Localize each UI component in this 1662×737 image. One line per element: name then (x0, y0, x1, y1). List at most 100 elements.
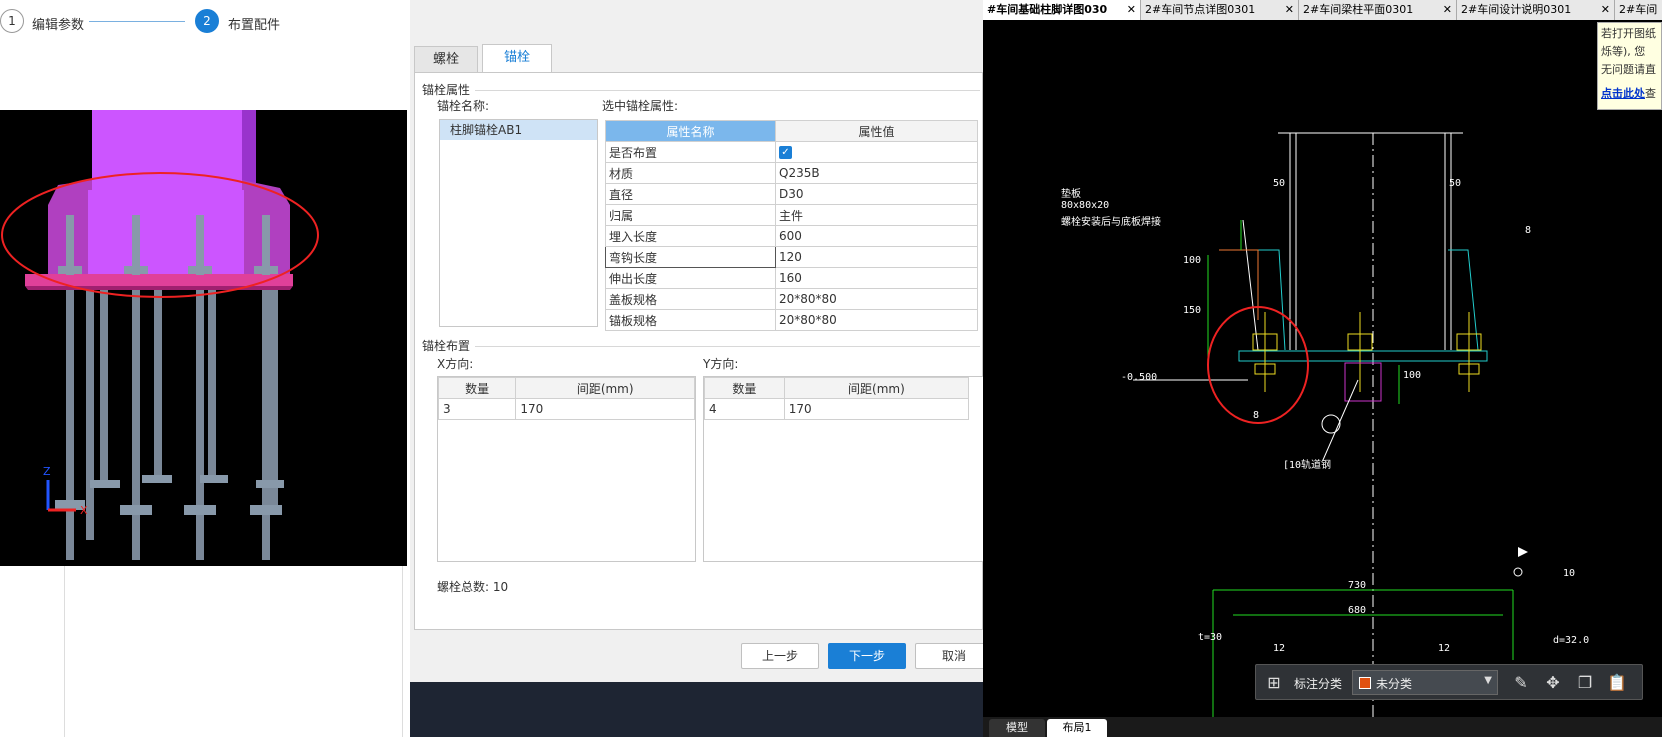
anchor-props-title: 锚栓属性 (422, 81, 475, 98)
divider-right (402, 566, 403, 737)
dim-730: 730 (1348, 580, 1367, 591)
cad-tab-design-notes[interactable]: 2#车间设计说明0301 ✕ (1457, 0, 1615, 20)
table-row[interactable]: 直径 D30 (605, 183, 978, 205)
table-row[interactable]: 盖板规格 20*80*80 (605, 288, 978, 310)
checkbox-checked-icon[interactable]: ✓ (779, 146, 792, 159)
table-row[interactable]: 伸出长度 160 (605, 267, 978, 289)
tab-bolt[interactable]: 螺栓 (414, 46, 478, 72)
header-prop-name: 属性名称 (605, 120, 776, 142)
svg-text:Z: Z (43, 465, 51, 478)
next-step-button[interactable]: 下一步 (828, 643, 906, 669)
dim-8-b: 8 (1253, 410, 1260, 421)
prop-value[interactable]: 主件 (775, 204, 978, 226)
x-direction-label: X方向: (437, 357, 474, 371)
edit-icon[interactable]: ✎ (1511, 673, 1531, 693)
accessory-wizard-left: 1 编辑参数 2 布置配件 Z X (0, 0, 410, 737)
prop-value[interactable]: 600 (775, 225, 978, 247)
copy-icon[interactable]: ❐ (1575, 673, 1595, 693)
cancel-button[interactable]: 取消 (915, 643, 993, 669)
step-1-label: 编辑参数 (32, 18, 85, 33)
dim-100: 100 (1183, 255, 1202, 266)
tab-model[interactable]: 模型 (989, 719, 1045, 737)
tooltip-line: 若打开图纸 (1601, 27, 1656, 40)
cad-tab-node-detail[interactable]: 2#车间节点详图0301 ✕ (1141, 0, 1299, 20)
tooltip-line: 无问题请直 (1601, 63, 1656, 76)
y-direction-grid[interactable]: 数量 间距(mm) 4 170 (703, 376, 984, 562)
svg-text:X: X (80, 504, 88, 517)
cad-tab-base-detail[interactable]: #车间基础柱脚详图030 ✕ (983, 0, 1141, 20)
layout-tab-bar: 模型 布局1 (983, 717, 1662, 737)
x-count-cell[interactable]: 3 (437, 398, 517, 420)
prop-name: 弯钩长度 (605, 246, 776, 268)
y-count-cell[interactable]: 4 (704, 398, 785, 420)
prop-name: 直径 (605, 183, 776, 205)
header-count: 数量 (704, 377, 785, 399)
click-here-link[interactable]: 点击此处 (1601, 87, 1645, 100)
prop-value[interactable]: 120 (775, 246, 978, 268)
prop-name: 是否布置 (605, 141, 776, 163)
category-select[interactable]: 未分类 ▼ (1352, 670, 1498, 695)
x-spacing-cell[interactable]: 170 (515, 398, 695, 420)
prop-value[interactable]: Q235B (775, 162, 978, 184)
prop-value[interactable]: 20*80*80 (775, 309, 978, 331)
close-icon[interactable]: ✕ (1443, 0, 1452, 20)
dim-50-right: 50 (1449, 178, 1462, 189)
table-row[interactable]: 锚板规格 20*80*80 (605, 309, 978, 331)
header-prop-value: 属性值 (775, 120, 978, 142)
prop-name: 盖板规格 (605, 288, 776, 310)
dim-150: 150 (1183, 305, 1202, 316)
step-2-label: 布置配件 (228, 18, 281, 33)
channel-label: [10轨道钢 (1283, 460, 1332, 471)
layout-group-title: 锚栓布置 (422, 337, 475, 354)
step-2-circle: 2 (195, 9, 219, 33)
tab-label: 2#车间 (1619, 3, 1658, 16)
selected-props-label: 选中锚栓属性: (602, 99, 679, 113)
annotation-toolbar: ⊞ 标注分类 未分类 ▼ ✎ ✥ ❐ 📋 (1255, 664, 1643, 700)
tab-label: #车间基础柱脚详图030 (987, 3, 1108, 16)
tab-layout1[interactable]: 布局1 (1047, 719, 1107, 737)
close-icon[interactable]: ✕ (1127, 0, 1136, 20)
prop-value[interactable]: 20*80*80 (775, 288, 978, 310)
move-icon[interactable]: ✥ (1543, 673, 1563, 693)
layout-checkbox-cell[interactable]: ✓ (775, 141, 978, 163)
prop-value[interactable]: D30 (775, 183, 978, 205)
table-row[interactable]: 是否布置 ✓ (605, 141, 978, 163)
group-divider (475, 90, 980, 91)
anchor-name-list[interactable]: 柱脚锚栓AB1 (439, 119, 598, 327)
prev-step-button[interactable]: 上一步 (741, 643, 819, 669)
table-row[interactable]: 埋入长度 600 (605, 225, 978, 247)
close-icon[interactable]: ✕ (1601, 0, 1610, 20)
tooltip-line: 烁等), 您 (1601, 45, 1646, 58)
table-row[interactable]: 3 170 (437, 398, 695, 420)
prop-name: 锚板规格 (605, 309, 776, 331)
tab-anchor[interactable]: 锚栓 (482, 44, 552, 72)
dim-12-a: 12 (1273, 643, 1286, 654)
grid-apps-icon[interactable]: ⊞ (1264, 673, 1284, 693)
category-value: 未分类 (1376, 677, 1413, 691)
header-count: 数量 (437, 377, 517, 399)
table-row[interactable]: 弯钩长度 120 (605, 246, 978, 268)
paste-icon[interactable]: 📋 (1607, 673, 1627, 693)
list-item[interactable]: 柱脚锚栓AB1 (440, 120, 597, 140)
table-row[interactable]: 4 170 (704, 398, 970, 420)
plate-note: 螺栓安装后与底板焊接 (1061, 217, 1161, 228)
close-icon[interactable]: ✕ (1285, 0, 1294, 20)
table-row[interactable]: 归属 主件 (605, 204, 978, 226)
color-swatch-icon (1359, 677, 1371, 689)
cad-tab-more[interactable]: 2#车间 (1615, 0, 1662, 20)
category-label: 标注分类 (1294, 677, 1343, 691)
notice-tooltip: 若打开图纸 烁等), 您 无问题请直 点击此处查 (1597, 22, 1662, 110)
table-row[interactable]: 材质 Q235B (605, 162, 978, 184)
prop-value[interactable]: 160 (775, 267, 978, 289)
cad-canvas[interactable] (983, 20, 1662, 717)
cad-tab-beam-plan[interactable]: 2#车间梁柱平面0301 ✕ (1299, 0, 1457, 20)
elevation-label: -0.500 (1121, 372, 1158, 383)
bolt-total: 螺栓总数: 10 (437, 580, 509, 594)
3d-model-viewport[interactable]: Z X (0, 110, 407, 566)
x-direction-grid[interactable]: 数量 间距(mm) 3 170 (437, 376, 696, 562)
step-connector (89, 21, 185, 22)
plate-spec: 80x80x20 (1061, 200, 1110, 211)
column-base-3d-render: Z X (1, 110, 319, 560)
y-spacing-cell[interactable]: 170 (783, 398, 970, 420)
dim-50-left: 50 (1273, 178, 1286, 189)
